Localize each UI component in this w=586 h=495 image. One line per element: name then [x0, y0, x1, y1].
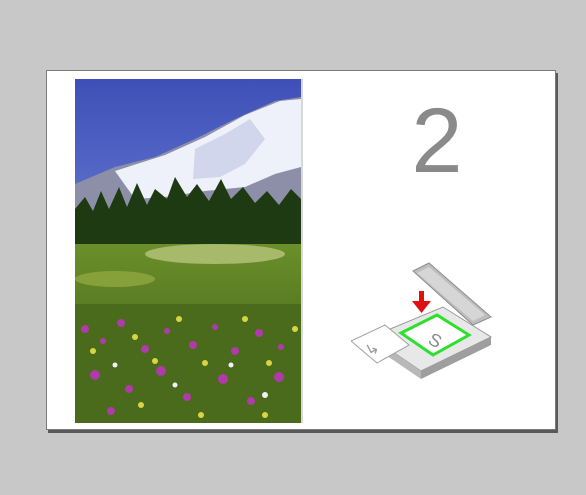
flatbed-scanner-icon: ↳ S — [350, 259, 501, 379]
mountain-meadow-photo — [75, 79, 301, 423]
placement-arrow-icon — [412, 291, 431, 313]
step-number: 2 — [411, 90, 463, 192]
page-divider — [301, 79, 303, 423]
preview-frame: 2 ↳ S — [46, 70, 556, 430]
